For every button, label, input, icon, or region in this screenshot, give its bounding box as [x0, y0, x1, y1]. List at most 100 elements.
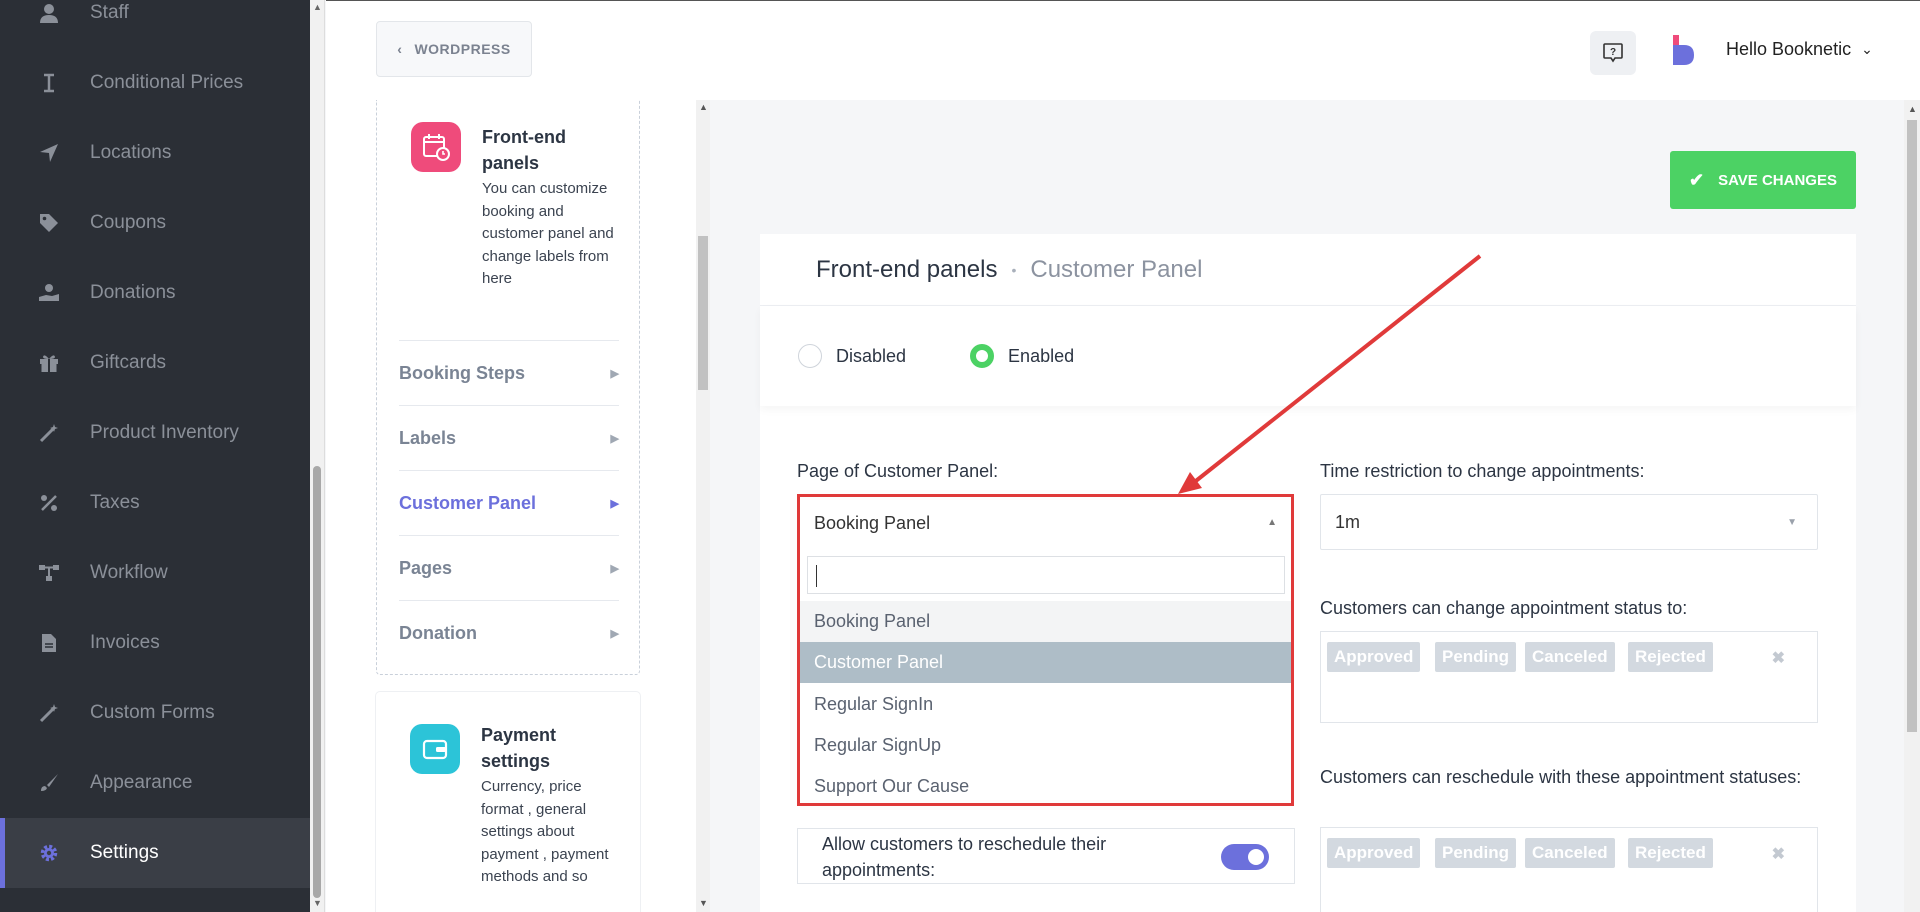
radio-disabled[interactable]: Disabled [798, 344, 906, 368]
scrollbar-thumb[interactable] [313, 466, 321, 898]
magic-wand-icon [38, 422, 60, 444]
card-title: Payment settings [481, 725, 557, 771]
breadcrumb-page: Customer Panel [1030, 255, 1203, 283]
settings-nav-scrollbar[interactable]: ▲ ▼ [696, 100, 710, 912]
page-scrollbar[interactable]: ▲ [1904, 100, 1920, 912]
frontend-panels-card: Front-end panels You can customize booki… [376, 100, 640, 675]
caret-up-icon: ▲ [1267, 517, 1277, 528]
page-select-dropdown[interactable]: Booking Panel ▲ Booking Panel Customer P… [797, 494, 1294, 806]
caret-right-icon: ▶ [610, 627, 619, 640]
sidebar-item-label: Settings [90, 842, 159, 863]
status-tag[interactable]: Canceled [1525, 642, 1615, 672]
sidebar-item-label: Taxes [90, 492, 140, 513]
scrollbar-thumb[interactable] [1907, 120, 1917, 732]
calendar-clock-icon [411, 122, 461, 172]
location-arrow-icon [38, 142, 60, 164]
caret-down-icon: ▼ [1787, 517, 1797, 528]
allow-reschedule-label: Allow customers to reschedule their appo… [822, 834, 1107, 880]
clear-icon[interactable]: ✖ [1772, 844, 1785, 864]
magic-wand-icon [38, 702, 60, 724]
page-select-label: Page of Customer Panel: [797, 461, 999, 481]
sidebar-item-coupons[interactable]: Coupons [0, 188, 310, 258]
dropdown-option[interactable]: Regular SignIn [800, 684, 1291, 725]
user-menu[interactable]: Hello Booknetic ⌄ [1726, 39, 1873, 60]
radio-circle[interactable] [970, 344, 995, 368]
toggle-knob [1248, 849, 1264, 865]
scroll-up-icon[interactable]: ▲ [1908, 104, 1917, 114]
workflow-icon [38, 562, 60, 584]
time-restriction-select[interactable]: 1m ▼ [1320, 494, 1818, 550]
submenu-pages[interactable]: Pages ▶ [399, 535, 619, 600]
text-cursor [816, 565, 817, 587]
breadcrumb-section: Front-end panels [816, 255, 998, 283]
status-tag[interactable]: Canceled [1525, 838, 1615, 868]
status-change-label: Customers can change appointment status … [1320, 598, 1688, 618]
time-restriction-value: 1m [1335, 511, 1361, 532]
status-tag[interactable]: Approved [1327, 838, 1421, 868]
sidebar-item-locations[interactable]: Locations [0, 118, 310, 188]
sidebar-item-label: Giftcards [90, 352, 167, 373]
back-to-wordpress-button[interactable]: ‹ WORDPRESS [376, 21, 532, 77]
help-chat-icon: ? [1603, 43, 1623, 63]
status-tag[interactable]: Rejected [1628, 838, 1713, 868]
sidebar-item-settings[interactable]: Settings [0, 818, 310, 888]
sidebar-item-taxes[interactable]: Taxes [0, 468, 310, 538]
reschedule-status-label: Customers can reschedule with these appo… [1320, 767, 1802, 787]
sidebar-item-giftcards[interactable]: Giftcards [0, 328, 310, 398]
brush-icon [38, 772, 60, 794]
dropdown-option[interactable]: Customer Panel [800, 642, 1291, 683]
status-tag[interactable]: Pending [1435, 838, 1517, 868]
sidebar-item-staff[interactable]: Staff [0, 0, 310, 48]
status-tag[interactable]: Approved [1327, 642, 1421, 672]
save-changes-button[interactable]: ✔ SAVE CHANGES [1670, 151, 1856, 209]
dropdown-search-input[interactable] [807, 556, 1285, 594]
submenu-donation[interactable]: Donation ▶ [399, 600, 619, 665]
sidebar-item-workflow[interactable]: Workflow [0, 538, 310, 608]
sidebar-item-invoices[interactable]: Invoices [0, 608, 310, 678]
status-change-multiselect[interactable]: Approved Pending Canceled Rejected ✖ [1320, 631, 1818, 723]
sidebar-item-label: Coupons [90, 212, 167, 233]
submenu-label: Customer Panel [399, 492, 537, 513]
reschedule-status-multiselect[interactable]: Approved Pending Canceled Rejected ✖ [1320, 827, 1818, 912]
wallet-icon [410, 724, 460, 774]
clear-icon[interactable]: ✖ [1772, 648, 1785, 668]
sidebar-item-label: Locations [90, 142, 172, 163]
dropdown-option[interactable]: Regular SignUp [800, 725, 1291, 766]
scrollbar-thumb[interactable] [698, 236, 708, 390]
dropdown-option[interactable]: Support Our Cause [800, 766, 1291, 807]
page-select-value: Booking Panel [814, 512, 931, 533]
submenu-label: Booking Steps [399, 362, 526, 383]
sidebar-item-product-inventory[interactable]: Product Inventory [0, 398, 310, 468]
radio-label: Enabled [1008, 345, 1075, 366]
sidebar-item-conditional-prices[interactable]: Conditional Prices [0, 48, 310, 118]
sidebar-item-label: Staff [90, 2, 129, 23]
payment-settings-card[interactable]: Payment settings Currency, price format … [376, 692, 640, 912]
help-button[interactable]: ? [1590, 31, 1636, 75]
scroll-up-icon[interactable]: ▲ [699, 102, 708, 112]
radio-enabled[interactable]: Enabled [970, 344, 1074, 368]
user-greeting: Hello Booknetic [1726, 39, 1852, 59]
radio-circle[interactable] [798, 344, 822, 368]
sidebar-item-appearance[interactable]: Appearance [0, 748, 310, 818]
status-tag[interactable]: Rejected [1628, 642, 1713, 672]
back-button-label: WORDPRESS [414, 41, 511, 57]
scroll-up-icon[interactable]: ▲ [313, 2, 322, 12]
sidebar-scrollbar[interactable]: ▲ ▼ [310, 0, 325, 912]
submenu-customer-panel[interactable]: Customer Panel ▶ [399, 470, 619, 535]
card-title[interactable]: Front-end panels [482, 124, 622, 176]
breadcrumb-separator: • [1011, 261, 1017, 278]
submenu-labels[interactable]: Labels ▶ [399, 405, 619, 470]
allow-reschedule-toggle[interactable] [1221, 844, 1269, 870]
gift-icon [38, 352, 60, 374]
card-description: You can customize booking and customer p… [482, 180, 614, 288]
scroll-down-icon[interactable]: ▼ [313, 898, 322, 908]
status-tag[interactable]: Pending [1435, 642, 1517, 672]
sidebar-item-label: Appearance [90, 772, 193, 793]
sidebar-item-donations[interactable]: Donations [0, 258, 310, 328]
submenu-booking-steps[interactable]: Booking Steps ▶ [399, 340, 619, 405]
dropdown-option[interactable]: Booking Panel [800, 601, 1291, 642]
user-icon [38, 2, 60, 24]
sidebar-item-custom-forms[interactable]: Custom Forms [0, 678, 310, 748]
scroll-down-icon[interactable]: ▼ [699, 898, 708, 908]
page-select[interactable]: Booking Panel ▲ [800, 497, 1291, 549]
